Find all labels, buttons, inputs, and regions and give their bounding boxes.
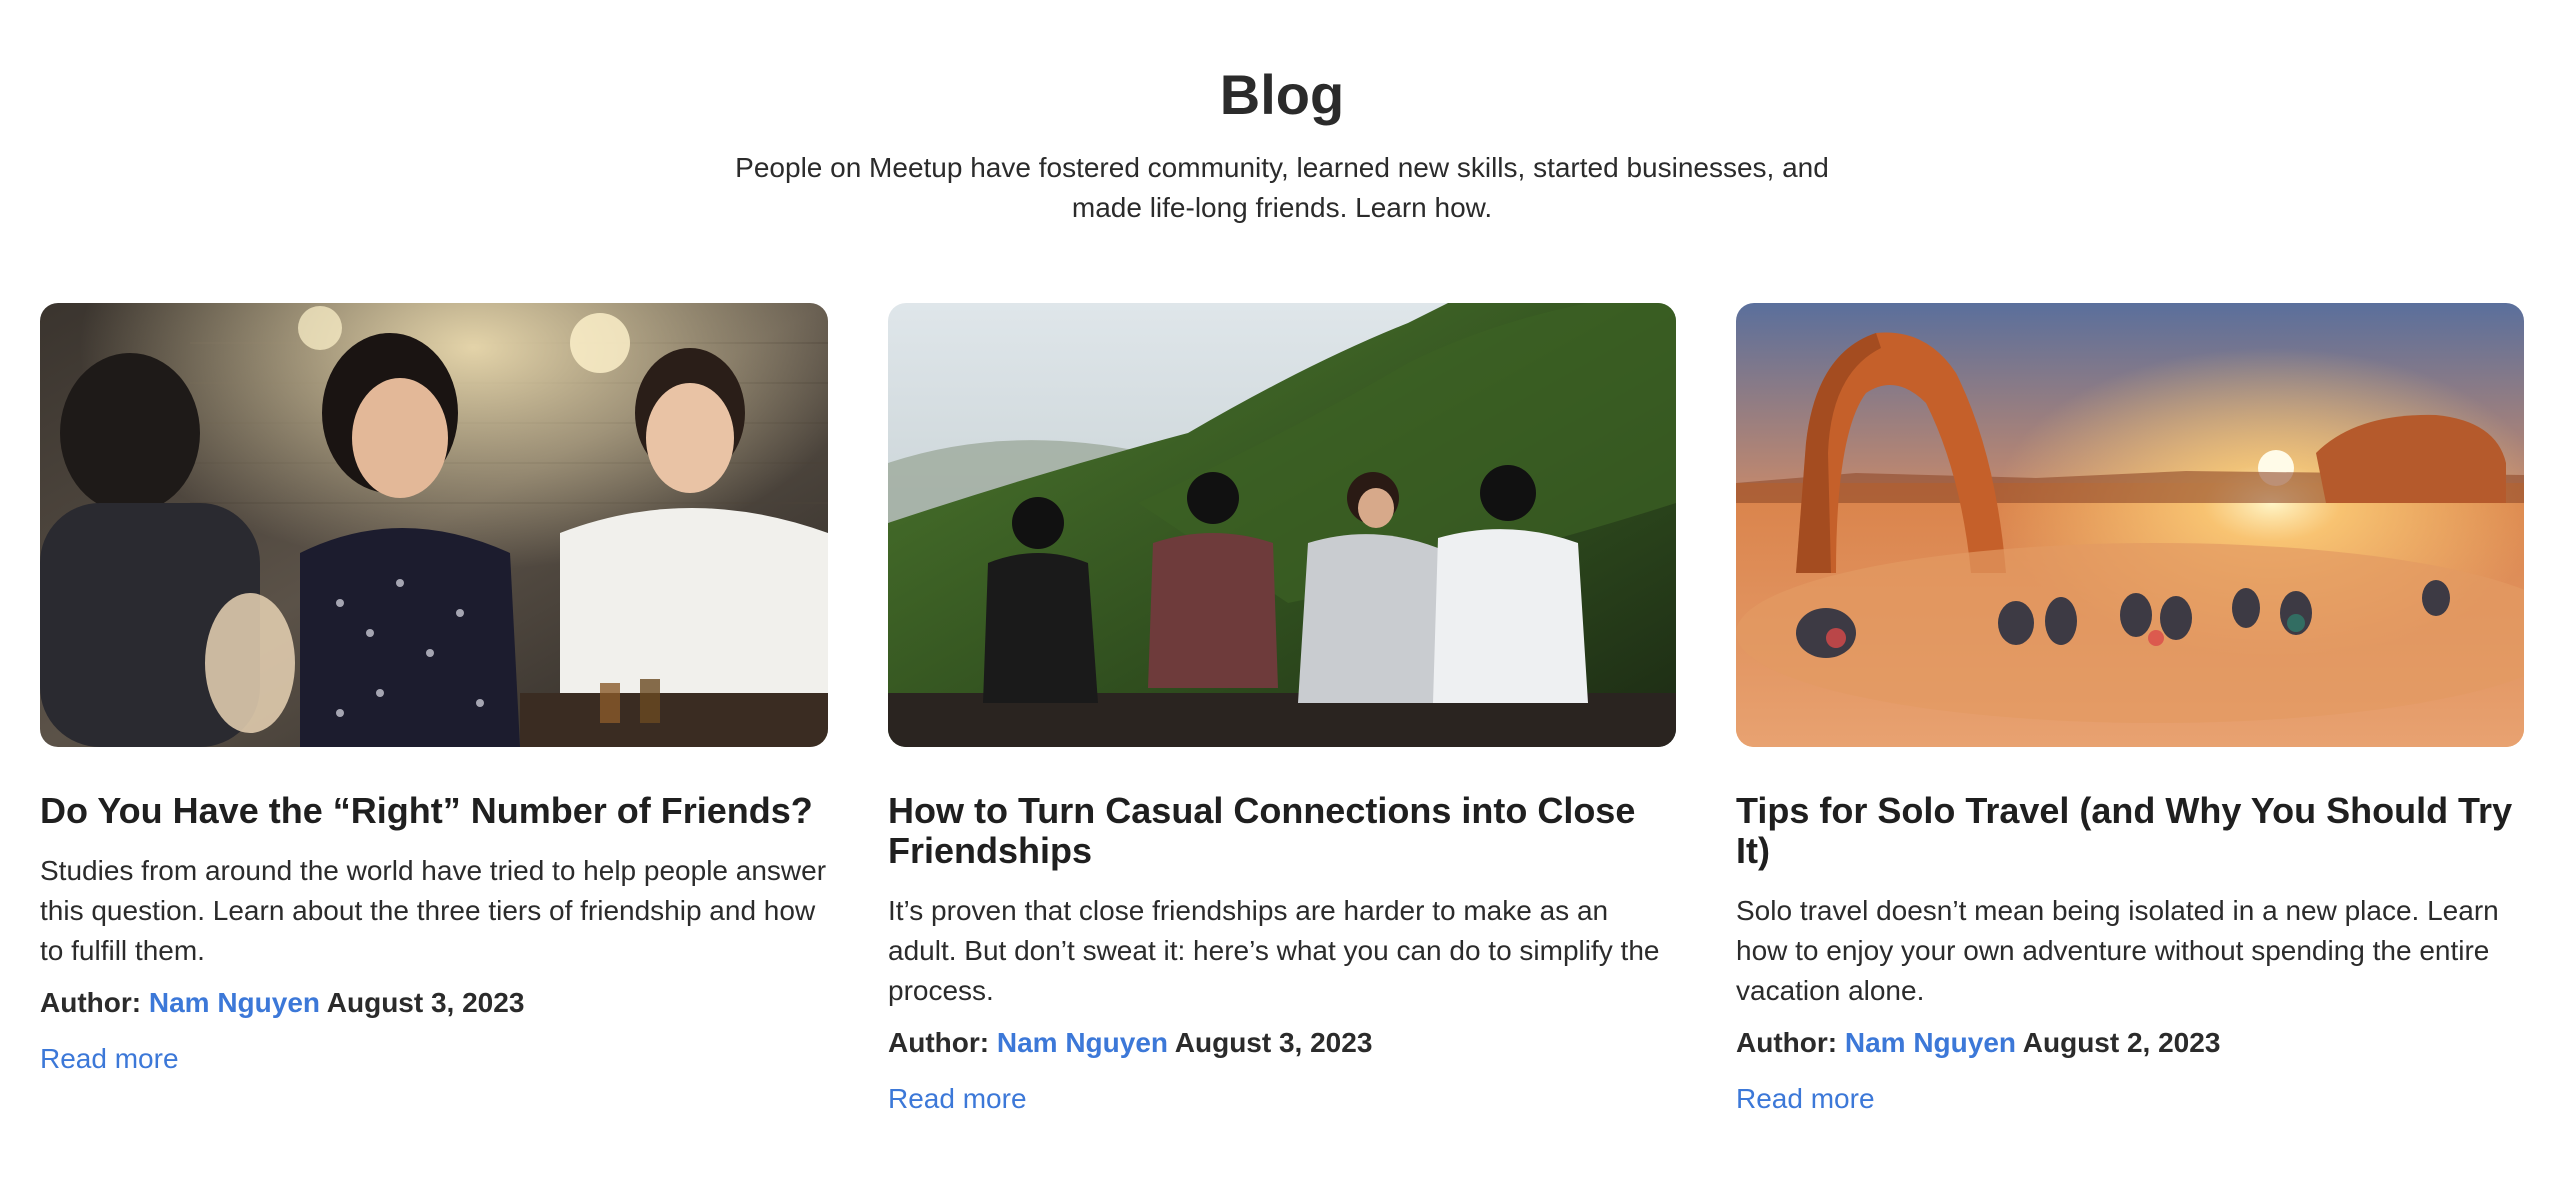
card-description: Studies from around the world have tried… xyxy=(40,855,827,966)
author-link[interactable]: Nam Nguyen xyxy=(1845,1027,2016,1058)
card-meta: Author: Nam Nguyen August 2, 2023 xyxy=(1736,1023,2524,1063)
card-title[interactable]: Tips for Solo Travel (and Why You Should… xyxy=(1736,791,2524,871)
author-link[interactable]: Nam Nguyen xyxy=(149,987,320,1018)
blog-card-list: Do You Have the “Right” Number of Friend… xyxy=(40,303,2524,1119)
post-date: August 2, 2023 xyxy=(2022,1027,2221,1058)
author-link[interactable]: Nam Nguyen xyxy=(997,1027,1168,1058)
card-description: Solo travel doesn’t mean being isolated … xyxy=(1736,895,2499,1006)
card-title[interactable]: How to Turn Casual Connections into Clos… xyxy=(888,791,1676,871)
blog-header: Blog People on Meetup have fostered comm… xyxy=(0,0,2564,228)
post-date: August 3, 2023 xyxy=(1174,1027,1373,1058)
desert-arch-sunset-photo[interactable] xyxy=(1736,303,2524,747)
blog-card: How to Turn Casual Connections into Clos… xyxy=(888,303,1676,1119)
author-label: Author: xyxy=(1736,1027,1838,1058)
read-more-link[interactable]: Read more xyxy=(40,1039,179,1079)
friends-on-hillside-photo[interactable] xyxy=(888,303,1676,747)
friends-dining-photo[interactable] xyxy=(40,303,828,747)
card-title[interactable]: Do You Have the “Right” Number of Friend… xyxy=(40,791,828,831)
read-more-link[interactable]: Read more xyxy=(888,1079,1027,1119)
blog-card: Do You Have the “Right” Number of Friend… xyxy=(40,303,828,1119)
blog-card: Tips for Solo Travel (and Why You Should… xyxy=(1736,303,2524,1119)
card-meta: Author: Nam Nguyen August 3, 2023 xyxy=(888,1023,1676,1063)
card-meta: Author: Nam Nguyen August 3, 2023 xyxy=(40,983,828,1023)
read-more-link[interactable]: Read more xyxy=(1736,1079,1875,1119)
post-date: August 3, 2023 xyxy=(326,987,525,1018)
author-label: Author: xyxy=(888,1027,990,1058)
page-title: Blog xyxy=(1219,63,1345,126)
author-label: Author: xyxy=(40,987,142,1018)
page-subtitle: People on Meetup have fostered community… xyxy=(735,152,1829,223)
card-description: It’s proven that close friendships are h… xyxy=(888,895,1660,1006)
